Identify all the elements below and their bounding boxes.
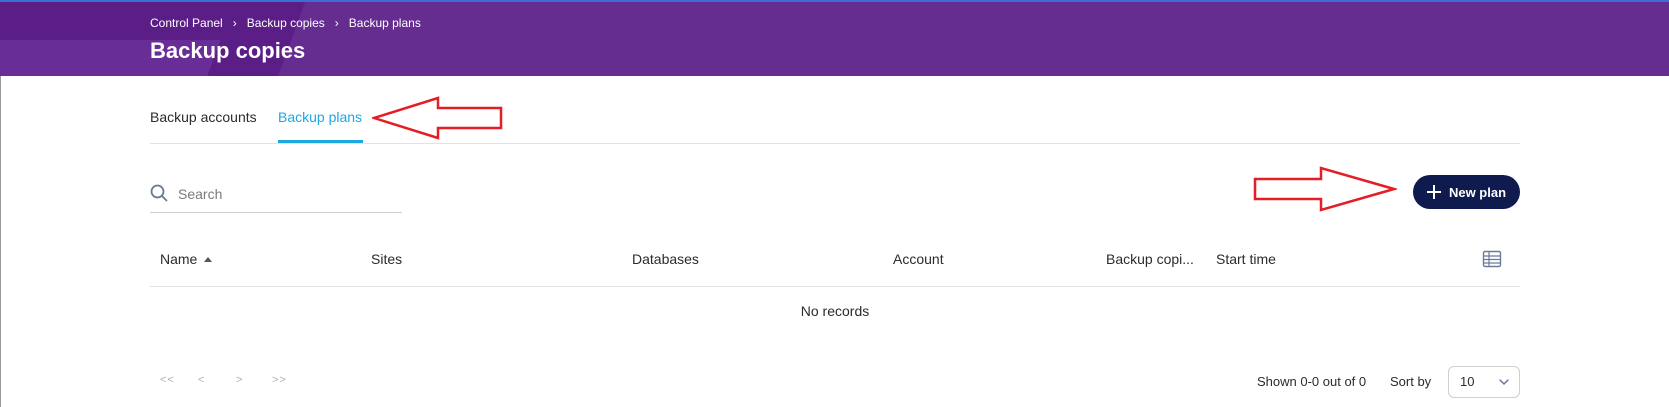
tab-backup-accounts[interactable]: Backup accounts: [150, 109, 257, 125]
breadcrumb: Control Panel › Backup copies › Backup p…: [150, 16, 421, 30]
tab-bar: Backup accounts Backup plans: [150, 100, 1520, 144]
column-header-sites[interactable]: Sites: [371, 251, 402, 267]
breadcrumb-item-backup-plans: Backup plans: [348, 16, 421, 30]
empty-state-text: No records: [800, 303, 870, 319]
active-tab-indicator: [278, 140, 363, 143]
table-header: Name Sites Databases Account Backup copi…: [150, 240, 1520, 287]
breadcrumb-separator-icon: ›: [334, 16, 339, 30]
page-size-label: Sort by: [1390, 374, 1432, 389]
search-icon: [150, 184, 168, 202]
breadcrumb-item-backup-copies[interactable]: Backup copies: [247, 16, 325, 30]
search-input[interactable]: [176, 182, 400, 206]
column-header-backup-copies[interactable]: Backup copi...: [1106, 251, 1194, 267]
chevron-down-icon: [1499, 379, 1509, 385]
page-header: Control Panel › Backup copies › Backup p…: [0, 0, 1669, 76]
previous-page-button[interactable]: <: [198, 374, 205, 386]
search-box: [150, 180, 402, 213]
sort-ascending-icon: [204, 256, 213, 262]
new-plan-button[interactable]: New plan: [1413, 175, 1520, 209]
page-size-select[interactable]: 10: [1448, 366, 1520, 398]
first-page-button[interactable]: <<: [160, 374, 175, 386]
page-size-value: 10: [1460, 374, 1475, 389]
next-page-button[interactable]: >: [236, 374, 243, 386]
column-header-start-time[interactable]: Start time: [1216, 251, 1276, 267]
last-page-button[interactable]: >>: [272, 374, 287, 386]
new-plan-label: New plan: [1448, 184, 1507, 200]
records-count-text: Shown 0-0 out of 0: [1257, 374, 1367, 389]
table-columns-icon[interactable]: [1482, 250, 1502, 268]
breadcrumb-item-control-panel[interactable]: Control Panel: [150, 16, 223, 30]
annotation-arrow-right-icon: [1253, 166, 1397, 212]
column-header-databases[interactable]: Databases: [632, 251, 699, 267]
tab-backup-plans[interactable]: Backup plans: [278, 109, 362, 125]
column-header-account[interactable]: Account: [893, 251, 944, 267]
column-header-name[interactable]: Name: [160, 251, 213, 267]
page-title: Backup copies: [150, 38, 306, 63]
breadcrumb-separator-icon: ›: [232, 16, 237, 30]
plus-icon: [1426, 185, 1441, 199]
